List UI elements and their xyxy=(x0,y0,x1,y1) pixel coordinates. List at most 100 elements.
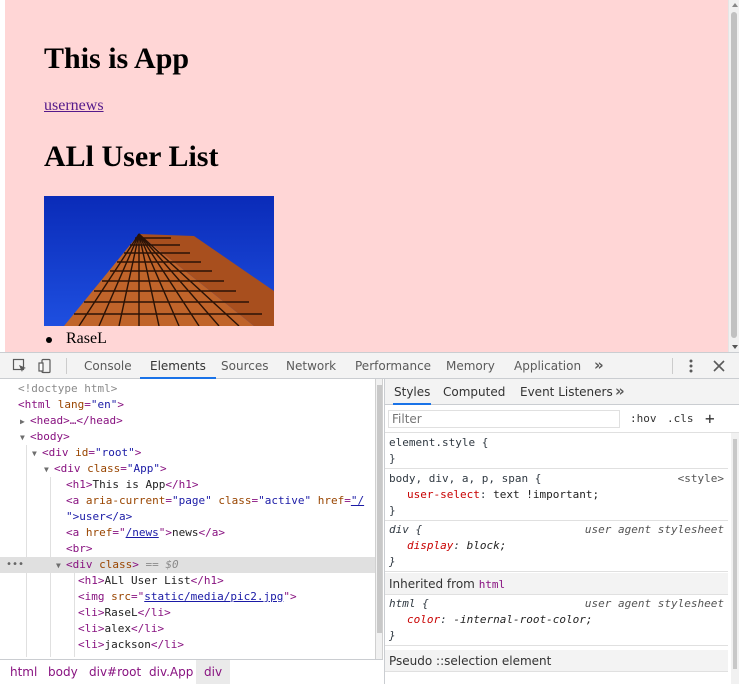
dom-head[interactable]: ▶ <head>…</head> xyxy=(0,413,375,429)
dom-li[interactable]: <li>alex</li> xyxy=(0,621,375,637)
inherited-tag[interactable]: html xyxy=(479,578,506,591)
rule-body-div[interactable]: body, div, a, p, span { <style> user-sel… xyxy=(385,471,728,521)
rule-source[interactable]: <style> xyxy=(678,471,724,487)
attr-val: "active" xyxy=(258,494,312,507)
class-attr: class xyxy=(99,558,133,571)
rule-div[interactable]: div { user agent stylesheet display: blo… xyxy=(385,522,728,572)
breadcrumb-item[interactable]: div#root xyxy=(89,660,141,684)
dom-a-news[interactable]: <a href="/news">news</a> xyxy=(0,525,375,541)
dom-h1[interactable]: <h1>This is App</h1> xyxy=(0,477,375,493)
scroll-up-icon[interactable] xyxy=(732,3,738,7)
class-attr: class xyxy=(87,462,121,475)
head-tag: <head>…</head> xyxy=(30,414,123,427)
property-name[interactable]: user-select xyxy=(389,488,480,501)
h1-text: ALl User List xyxy=(104,574,191,587)
breadcrumb-item[interactable]: body xyxy=(48,660,78,684)
attr-val: "page" xyxy=(171,494,212,507)
id-attr: id xyxy=(75,446,89,459)
devtools-toolbar: Console Elements Sources Network Perform… xyxy=(0,353,739,379)
scroll-thumb[interactable] xyxy=(377,385,382,633)
usernews-link[interactable]: usernews xyxy=(44,97,104,115)
body-tag: <body> xyxy=(30,430,70,443)
rule-element-style[interactable]: element.style { } xyxy=(385,435,728,469)
tab-styles[interactable]: Styles xyxy=(393,379,432,405)
collapse-arrow-icon[interactable]: ▼ xyxy=(44,462,54,478)
tab-application[interactable]: Application xyxy=(514,353,581,379)
inherited-section-header: Inherited from html xyxy=(385,573,728,595)
rule-close: } xyxy=(389,452,396,465)
href-link[interactable]: /news xyxy=(126,526,159,539)
tab-console[interactable]: Console xyxy=(84,353,132,379)
attr-name: src xyxy=(111,590,131,603)
list-item: RaseL xyxy=(44,330,107,348)
br-tag: <br> xyxy=(66,542,93,555)
rule-selector: element.style { xyxy=(389,436,489,449)
href-link[interactable]: "/ xyxy=(351,494,364,507)
scroll-thumb[interactable] xyxy=(731,12,737,338)
elements-tree[interactable]: <!doctype html> <html lang="en"> ▶ <head>… xyxy=(0,379,375,659)
rule-selector: body, div, a, p, span { xyxy=(389,472,542,485)
rule-close: } xyxy=(389,504,396,517)
scroll-thumb[interactable] xyxy=(733,439,737,669)
page-scrollbar[interactable] xyxy=(728,0,739,352)
collapse-arrow-icon[interactable]: ▼ xyxy=(32,446,42,462)
collapse-arrow-icon[interactable]: ▼ xyxy=(20,430,30,446)
more-options-icon[interactable]: ••• xyxy=(6,557,24,573)
tab-memory[interactable]: Memory xyxy=(446,353,495,379)
page-viewport: This is App usernews ALl User List RaseL xyxy=(0,0,739,352)
tab-elements[interactable]: Elements xyxy=(140,353,216,379)
dom-html[interactable]: <html lang="en"> xyxy=(0,397,375,413)
h1-text: This is App xyxy=(92,478,166,491)
property-name: display xyxy=(407,539,454,552)
breadcrumb-item[interactable]: html xyxy=(10,660,37,684)
dom-doctype[interactable]: <!doctype html> xyxy=(0,381,375,397)
devtools-panel: Console Elements Sources Network Perform… xyxy=(0,352,739,684)
dom-div-root[interactable]: ▼ <div id="root"> xyxy=(0,445,375,461)
user-list-title: ALl User List xyxy=(44,140,219,173)
dom-li[interactable]: <li>jackson</li> xyxy=(0,637,375,653)
dom-selected-div[interactable]: ••• ▼ <div class> == $0 xyxy=(0,557,375,573)
kebab-menu-icon[interactable] xyxy=(683,358,699,374)
app-title: This is App xyxy=(44,42,190,75)
tab-network[interactable]: Network xyxy=(286,353,336,379)
cls-button[interactable]: .cls xyxy=(667,409,694,429)
more-tabs-icon[interactable]: » xyxy=(615,379,625,405)
dom-body[interactable]: ▼ <body> xyxy=(0,429,375,445)
dom-h1-list[interactable]: <h1>ALl User List</h1> xyxy=(0,573,375,589)
hov-button[interactable]: :hov xyxy=(630,409,657,429)
rule-source: user agent stylesheet xyxy=(584,523,724,536)
scroll-down-icon[interactable] xyxy=(732,345,738,349)
tab-performance[interactable]: Performance xyxy=(355,353,431,379)
tab-computed[interactable]: Computed xyxy=(443,379,505,405)
device-toolbar-icon[interactable] xyxy=(38,358,54,374)
filter-input[interactable] xyxy=(388,410,620,428)
id-val: "root" xyxy=(95,446,135,459)
styles-pane: Styles Computed Event Listeners » :hov .… xyxy=(384,379,739,684)
src-link[interactable]: static/media/pic2.jpg xyxy=(144,590,283,603)
styles-scrollbar[interactable] xyxy=(731,433,739,684)
expand-arrow-icon[interactable]: ▶ xyxy=(20,414,30,430)
dom-a-user[interactable]: <a aria-current="page" class="active" hr… xyxy=(0,493,375,509)
dom-br[interactable]: <br> xyxy=(0,541,375,557)
dom-img[interactable]: <img src="static/media/pic2.jpg"> xyxy=(0,589,375,605)
tab-sources[interactable]: Sources xyxy=(221,353,268,379)
tab-event-listeners[interactable]: Event Listeners xyxy=(520,379,613,405)
close-devtools-icon[interactable] xyxy=(711,358,727,374)
dom-li[interactable]: <li>RaseL</li> xyxy=(0,605,375,621)
doctype-text: <!doctype html> xyxy=(18,382,118,395)
new-rule-button[interactable]: + xyxy=(705,409,715,429)
dom-div-app[interactable]: ▼ <div class="App"> xyxy=(0,461,375,477)
breadcrumb-item-selected[interactable]: div xyxy=(196,660,231,684)
rule-close: } xyxy=(389,555,396,568)
more-tabs-icon[interactable]: » xyxy=(594,353,604,379)
lang-val: "en" xyxy=(90,398,118,411)
collapse-arrow-icon[interactable]: ▼ xyxy=(56,558,66,574)
property-value: -internal-root-color; xyxy=(453,613,593,626)
dom-a-user-cont[interactable]: ">user</a> xyxy=(0,509,375,525)
rule-html[interactable]: html { user agent stylesheet color: -int… xyxy=(385,596,728,646)
breadcrumb-item[interactable]: div.App xyxy=(149,660,193,684)
inspect-element-icon[interactable] xyxy=(12,358,28,374)
class-val: "App" xyxy=(126,462,160,475)
elements-scrollbar[interactable] xyxy=(375,379,383,659)
property-value[interactable]: text !important; xyxy=(493,488,599,501)
